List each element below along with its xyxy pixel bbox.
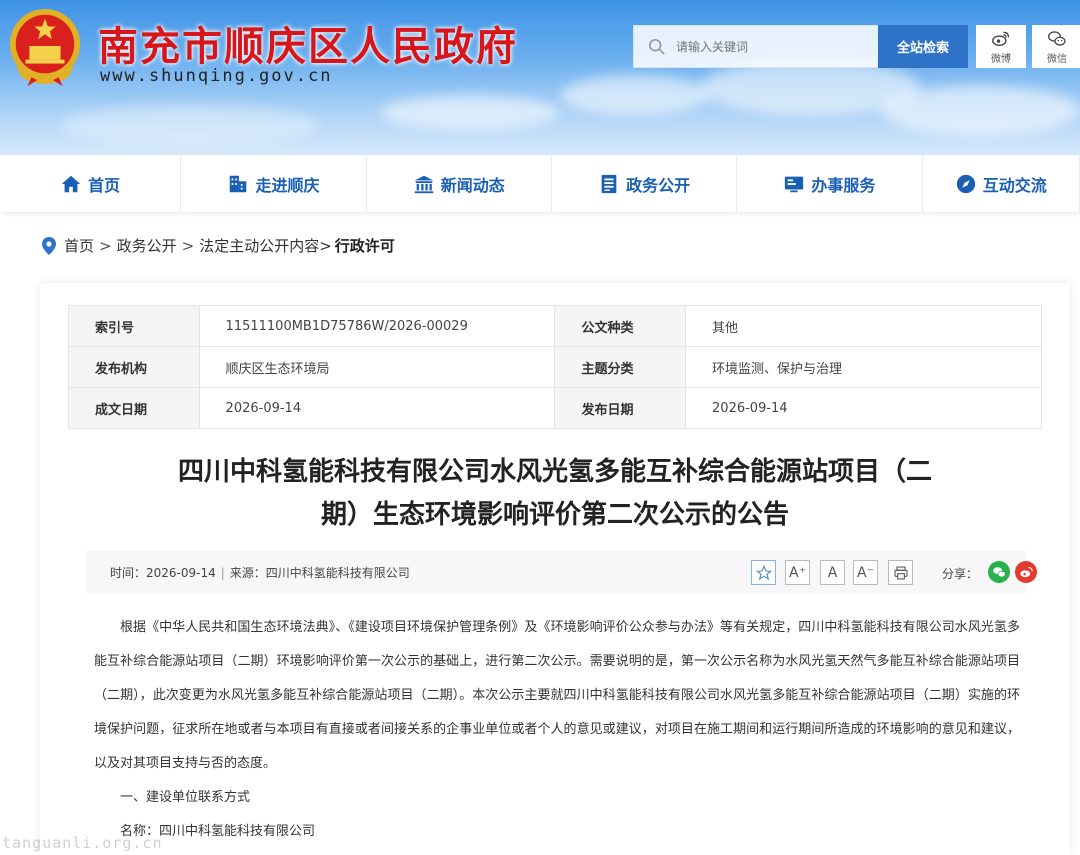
published-date-value: 2026-09-14 (685, 387, 1042, 429)
publish-time: 时间：2026-09-14 (110, 566, 216, 580)
document-icon (601, 174, 617, 193)
weibo-icon (1019, 566, 1033, 577)
location-pin-icon (42, 236, 56, 255)
star-icon (755, 564, 772, 580)
main-nav: 首页 走进顺庆 新闻动态 政务公开 办事服务 互动交流 (0, 155, 1080, 212)
nav-label: 互动交流 (982, 175, 1047, 195)
info-divider: | (220, 565, 225, 580)
national-emblem-icon (9, 8, 81, 86)
search-button[interactable]: 全站检索 (878, 25, 968, 68)
compass-icon (956, 174, 975, 193)
share-weibo-button[interactable] (1015, 561, 1037, 583)
wechat-button[interactable]: 微信 (1032, 25, 1080, 68)
wechat-label: 微信 (1047, 53, 1067, 65)
org-label: 发布机构 (68, 346, 200, 388)
contact-name: 名称：四川中科氢能科技有限公司 (120, 824, 316, 839)
search-box (633, 25, 879, 68)
published-date-label: 发布日期 (554, 387, 687, 429)
service-icon (785, 176, 804, 192)
printer-icon (893, 565, 908, 580)
breadcrumb-statutory-link[interactable]: 法定主动公开内容 (199, 235, 319, 256)
wechat-icon (992, 566, 1006, 577)
created-date-label: 成文日期 (68, 387, 200, 429)
site-title: 南充市顺庆区人民政府 (98, 24, 518, 70)
weibo-icon (992, 31, 1010, 46)
article-title-line: 四川中科氢能科技有限公司水风光氢多能互补综合能源站项目（二 (177, 457, 932, 487)
breadcrumb-separator: > (99, 236, 112, 255)
nav-item-news[interactable]: 新闻动态 (366, 155, 552, 212)
favorite-button[interactable] (751, 560, 776, 585)
site-url: www.shunqing.gov.cn (100, 66, 333, 86)
nav-label: 新闻动态 (440, 175, 505, 195)
doc-type-label: 公文种类 (554, 305, 687, 347)
breadcrumb-home-link[interactable]: 首页 (64, 235, 94, 256)
weibo-button[interactable]: 微博 (976, 25, 1026, 68)
article-info-bar: 时间：2026-09-14 | 来源：四川中科氢能科技有限公司 A⁺ A A⁻ … (86, 551, 1037, 594)
search-icon (648, 38, 665, 55)
font-decrease-button[interactable]: A⁻ (853, 560, 878, 585)
site-header: 南充市顺庆区人民政府 www.shunqing.gov.cn 全站检索 微博 微… (0, 0, 1080, 155)
nav-item-gov-affairs[interactable]: 政务公开 (551, 155, 738, 212)
topic-value: 环境监测、保护与治理 (685, 346, 1042, 388)
topic-label: 主题分类 (554, 346, 687, 388)
table-row: 索引号 11511100MB1D75786W/2026-00029 公文种类 其… (68, 305, 1042, 347)
breadcrumb-gov-affairs-link[interactable]: 政务公开 (117, 235, 177, 256)
watermark-text: tanguanli.org.cn (2, 834, 163, 852)
share-wechat-button[interactable] (988, 561, 1010, 583)
article-title-line: 期）生态环境影响评价第二次公示的公告 (320, 500, 789, 530)
landmark-icon (414, 175, 433, 193)
table-row: 发布机构 顺庆区生态环境局 主题分类 环境监测、保护与治理 (68, 346, 1042, 388)
print-button[interactable] (888, 560, 913, 585)
document-meta-table: 索引号 11511100MB1D75786W/2026-00029 公文种类 其… (68, 305, 1042, 429)
table-row: 成文日期 2026-09-14 发布日期 2026-09-14 (68, 387, 1042, 429)
building-icon (230, 175, 247, 192)
article-paragraph: 根据《中华人民共和国生态环境法典》、《建设项目环境保护管理条例》及《环境影响评价… (94, 620, 1020, 771)
font-increase-button[interactable]: A⁺ (785, 560, 810, 585)
nav-item-home[interactable]: 首页 (0, 155, 182, 212)
wechat-icon (1048, 30, 1066, 46)
breadcrumb-current: 行政许可 (334, 237, 395, 255)
nav-label: 走进顺庆 (255, 175, 320, 195)
article-source: 来源：四川中科氢能科技有限公司 (229, 566, 410, 580)
weibo-label: 微博 (991, 53, 1011, 65)
section-heading: 一、建设单位联系方式 (120, 790, 251, 805)
index-label: 索引号 (68, 305, 200, 347)
nav-item-services[interactable]: 办事服务 (737, 155, 923, 212)
article-body: 根据《中华人民共和国生态环境法典》、《建设项目环境保护管理条例》及《环境影响评价… (94, 611, 1020, 849)
nav-label: 政务公开 (626, 175, 691, 195)
breadcrumb: 首页 > 政务公开 > 法定主动公开内容 > 行政许可 (42, 235, 395, 256)
org-value: 顺庆区生态环境局 (198, 346, 556, 388)
home-icon (61, 175, 81, 192)
share-label: 分享： (942, 567, 979, 581)
search-input[interactable] (676, 39, 866, 54)
created-date-value: 2026-09-14 (198, 387, 556, 429)
article-card: 索引号 11511100MB1D75786W/2026-00029 公文种类 其… (40, 283, 1070, 855)
nav-label: 办事服务 (811, 175, 876, 195)
breadcrumb-separator: > (319, 236, 332, 255)
nav-label: 首页 (88, 175, 121, 195)
nav-item-about[interactable]: 走进顺庆 (181, 155, 367, 212)
nav-item-interaction[interactable]: 互动交流 (922, 155, 1080, 212)
article-title: 四川中科氢能科技有限公司水风光氢多能互补综合能源站项目（二 期）生态环境影响评价… (100, 451, 1010, 537)
font-default-button[interactable]: A (820, 560, 845, 585)
breadcrumb-separator: > (181, 236, 195, 255)
doc-type-value: 其他 (685, 305, 1042, 347)
index-value: 11511100MB1D75786W/2026-00029 (198, 305, 556, 347)
